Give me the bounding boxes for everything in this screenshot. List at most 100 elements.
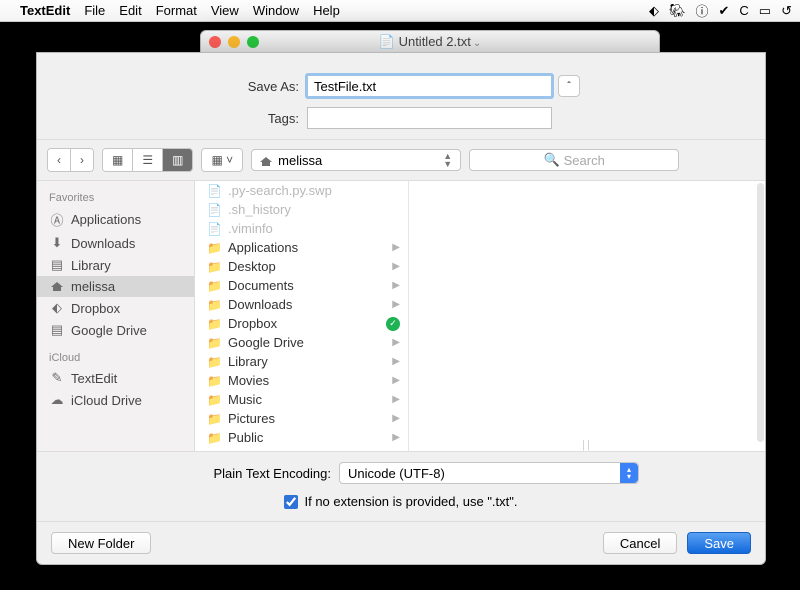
edit-menu[interactable]: Edit [119,3,141,18]
folder-icon: ▤ [49,257,65,273]
file-row[interactable]: 📁Public▶ [195,428,408,447]
search-icon: 🔍 [543,152,559,168]
tags-input[interactable] [307,107,552,129]
favorites-header: Favorites [37,189,194,207]
document-window: 📄 Untitled 2.txt⌄ [200,30,660,54]
menubar: TextEdit File Edit Format View Window He… [0,0,800,22]
file-row[interactable]: 📁Google Drive▶ [195,333,408,352]
view-mode-segment: ▦ ☰ ▥ [102,148,193,172]
save-dialog-sheet: Save As: ˆ Tags: ‹ › ▦ ☰ ▥ ▦ ˅ melissa ▲… [36,52,766,565]
extension-checkbox-label: If no extension is provided, use ".txt". [304,494,517,509]
new-folder-button[interactable]: New Folder [51,532,151,554]
file-name: Applications [228,240,298,255]
file-row[interactable]: 📁 Music ▶ [195,390,408,409]
info-status-icon[interactable]: ⓘ [695,1,708,20]
save-as-label: Save As: [37,79,307,94]
filename-input[interactable] [307,75,552,97]
sidebar-item-applications[interactable]: ⒶApplications [37,207,194,232]
dropbox-icon: ⬖ [49,300,65,316]
file-name: Downloads [228,297,292,312]
column-view-button[interactable]: ▥ [162,149,192,171]
sidebar-item-textedit[interactable]: ✎TextEdit [37,367,194,389]
file-icon: 📄 [207,203,223,217]
chevron-right-icon: ▶ [392,280,400,291]
sidebar-item-googledrive[interactable]: ▤Google Drive [37,319,194,341]
folder-icon: 📁 [207,393,223,407]
file-menu[interactable]: File [84,3,105,18]
resize-handle[interactable]: || [582,439,592,451]
location-popup[interactable]: melissa ▲▼ [251,149,461,171]
encoding-label: Plain Text Encoding: [37,466,339,481]
folder-icon: 📁 [207,412,223,426]
elephant-status-icon[interactable]: 🐘︎ [669,3,686,19]
icon-view-button[interactable]: ▦ [103,149,132,171]
group-button[interactable]: ▦ ˅ [202,149,242,171]
nav-buttons: ‹ › [47,148,94,172]
folder-icon: 📁 [207,431,223,445]
cancel-button[interactable]: Cancel [603,532,677,554]
file-name: .sh_history [228,202,291,217]
help-menu[interactable]: Help [313,3,340,18]
folder-icon: 📁 [207,298,223,312]
forward-button[interactable]: › [70,149,93,171]
file-name: Music [228,392,262,407]
icloud-header: iCloud [37,349,194,367]
sidebar-item-library[interactable]: ▤Library [37,254,194,276]
file-row[interactable]: 📁 Movies ▶ [195,371,408,390]
file-name: Sites [228,449,257,451]
browser-toolbar: ‹ › ▦ ☰ ▥ ▦ ˅ melissa ▲▼ 🔍 Search [37,139,765,181]
search-input[interactable]: 🔍 Search [469,149,679,171]
file-name: Movies [228,373,269,388]
window-title[interactable]: 📄 Untitled 2.txt⌄ [201,34,659,50]
file-row[interactable]: 📁Pictures▶ [195,409,408,428]
use-txt-extension-checkbox[interactable] [284,495,298,509]
updown-icon: ▴▾ [620,463,638,483]
file-name: Documents [228,278,294,293]
view-menu[interactable]: View [211,3,239,18]
titlebar[interactable]: 📄 Untitled 2.txt⌄ [201,31,659,53]
file-icon: 📄 [207,222,223,236]
file-row[interactable]: 📁Library▶ [195,352,408,371]
crescent-status-icon[interactable]: C [739,3,748,18]
sidebar-item-dropbox[interactable]: ⬖Dropbox [37,297,194,319]
chevron-right-icon: ▶ [392,394,400,405]
save-button[interactable]: Save [687,532,751,554]
scrollbar[interactable] [757,183,764,442]
chevron-right-icon: ▶ [392,432,400,443]
file-row[interactable]: 📁Downloads▶ [195,295,408,314]
file-name: .viminfo [228,221,273,236]
file-row[interactable]: 📁Sites▶ [195,447,408,451]
app-menu[interactable]: TextEdit [20,3,70,18]
file-row[interactable]: 📄 .viminfo [195,219,408,238]
textedit-icon: ✎ [49,370,65,386]
dropbox-status-icon[interactable]: ⬖ [649,3,659,19]
file-row[interactable]: 📁 Documents ▶ [195,276,408,295]
back-button[interactable]: ‹ [48,149,70,171]
list-view-button[interactable]: ☰ [132,149,162,171]
time-machine-status-icon[interactable]: ↺ [781,3,792,19]
file-row[interactable]: 📄 .sh_history [195,200,408,219]
file-row[interactable]: 📁Applications▶ [195,238,408,257]
file-browser: Favorites ⒶApplications ⬇︎Downloads ▤Lib… [37,181,765,451]
window-menu[interactable]: Window [253,3,299,18]
group-segment: ▦ ˅ [201,148,243,172]
sidebar-item-home[interactable]: melissa [37,276,194,297]
encoding-select[interactable]: Unicode (UTF-8) ▴▾ [339,462,639,484]
file-row[interactable]: 📄 .py-search.py.swp [195,181,408,200]
file-row[interactable]: 📁Desktop▶ [195,257,408,276]
display-status-icon[interactable]: ▭ [759,3,771,19]
folder-icon: 📁 [207,374,223,388]
format-menu[interactable]: Format [156,3,197,18]
file-name: .py-search.py.swp [228,183,332,198]
file-row[interactable]: 📁Dropbox✓ [195,314,408,333]
sidebar-item-downloads[interactable]: ⬇︎Downloads [37,232,194,254]
sidebar-item-icloud[interactable]: ☁︎iCloud Drive [37,389,194,411]
collapse-toggle-button[interactable]: ˆ [558,75,580,97]
folder-icon: 📁 [207,279,223,293]
folder-icon: 📁 [207,317,223,331]
file-column[interactable]: 📄 .py-search.py.swp 📄 .sh_history 📄 .viminfo 📁… [195,181,409,451]
file-icon: 📄 [207,184,223,198]
check-status-icon[interactable]: ✔︎ [719,3,730,19]
chevron-right-icon: ▶ [392,375,400,386]
file-name: Google Drive [228,335,304,350]
